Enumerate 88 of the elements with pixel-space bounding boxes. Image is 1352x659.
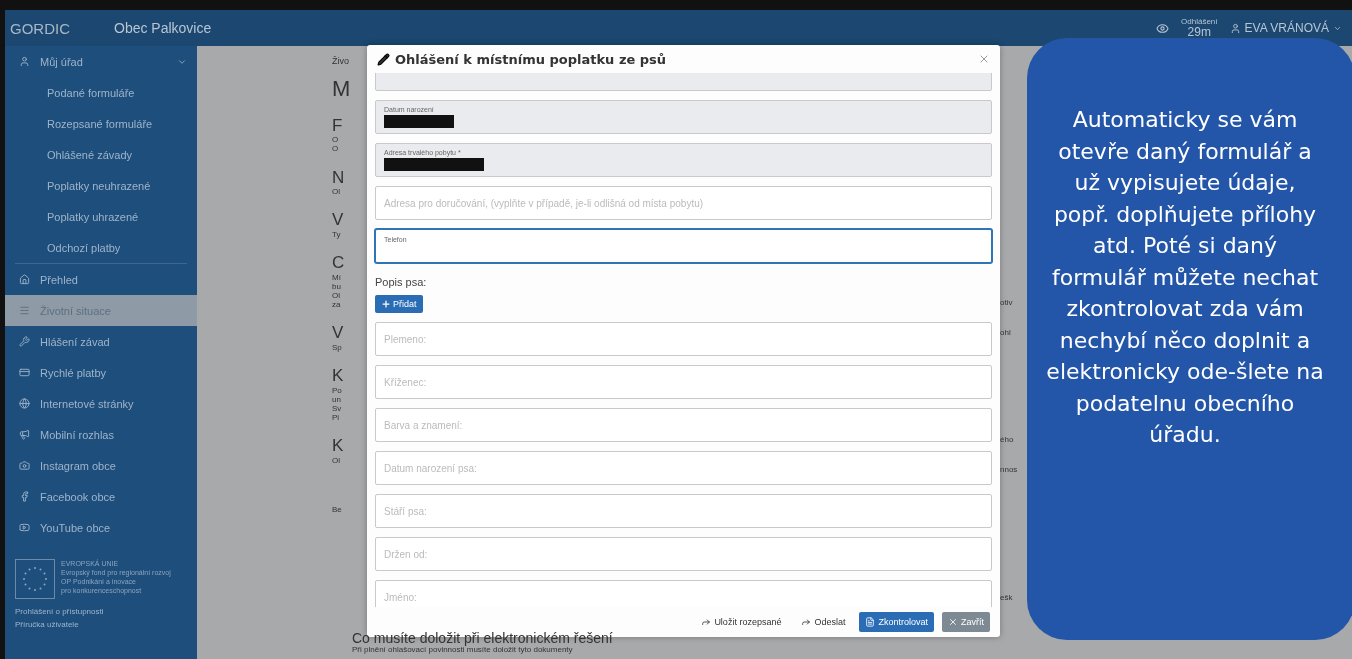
session-timer: 29m xyxy=(1187,26,1211,38)
background-text: V xyxy=(332,210,345,230)
background-text: Mí xyxy=(332,272,342,282)
input-field[interactable]: Adresa pro doručování, (vyplňte v případě, je-li odlišná od místa pobytu) xyxy=(375,186,992,220)
eu-flag-icon xyxy=(15,559,55,599)
sidebar-item-icon xyxy=(19,274,30,285)
background-text: Při plnění ohlašovací povinnosti musíte doložit tyto dokumenty xyxy=(352,645,574,654)
add-button[interactable]: Přidat xyxy=(375,295,423,313)
link-button[interactable]: Uložit rozepsané xyxy=(695,612,788,632)
background-text: Pi xyxy=(332,413,341,423)
background-text: ešk xyxy=(1000,593,1014,604)
sidebar-item[interactable]: Instagram obce xyxy=(5,450,197,481)
sidebar-item-icon xyxy=(19,305,30,316)
sidebar-item-icon xyxy=(19,522,30,533)
sidebar-item-icon xyxy=(19,491,30,502)
background-text: un xyxy=(332,394,342,404)
background-text: Sv xyxy=(332,404,343,414)
sidebar-item-icon xyxy=(19,429,30,440)
input-field[interactable]: Kříženec: xyxy=(375,365,992,399)
forward-arrow-icon xyxy=(801,617,812,627)
document-icon xyxy=(865,617,876,627)
input-field[interactable]: Jméno: xyxy=(375,580,992,607)
background-text: O xyxy=(332,144,340,154)
municipality-name: Obec Palkovice xyxy=(114,20,212,36)
background-text: C xyxy=(332,253,346,273)
sidebar-subitem[interactable]: Poplatky neuhrazené xyxy=(5,170,197,201)
close-icon[interactable] xyxy=(978,53,990,65)
pencil-icon xyxy=(377,52,390,66)
background-text: F xyxy=(332,115,344,136)
logo-text: GORDIC xyxy=(10,19,70,37)
sidebar-item-icon xyxy=(19,336,30,347)
eye-icon[interactable] xyxy=(1156,21,1170,35)
section-label: Popis psa: xyxy=(375,276,428,288)
sidebar-item[interactable]: Internetové stránky xyxy=(5,388,197,419)
background-text: K xyxy=(332,366,345,386)
action-button[interactable]: Zkontrolovat xyxy=(859,612,934,632)
user-icon xyxy=(1229,22,1241,34)
background-text: za xyxy=(332,300,342,310)
user-menu[interactable]: EVA VRÁNOVÁ xyxy=(1229,21,1342,35)
background-text: Ol xyxy=(332,455,341,466)
footer-link[interactable]: Prohlášení o přístupnosti xyxy=(5,605,197,618)
background-text: ohl xyxy=(1000,328,1012,339)
footer-link[interactable]: Příručka uživatele xyxy=(5,618,197,631)
sidebar-item[interactable]: Hlášení závad xyxy=(5,326,197,357)
background-text: M xyxy=(332,76,352,102)
close-icon xyxy=(948,617,958,627)
background-text: ého xyxy=(1000,435,1015,446)
input-field[interactable]: Plemeno: xyxy=(375,322,992,356)
sidebar-item[interactable]: Rychlé platby xyxy=(5,357,197,388)
forward-arrow-icon xyxy=(701,617,712,627)
background-text: Po xyxy=(332,385,343,395)
background-text: bu xyxy=(332,281,342,291)
background-text: O xyxy=(332,135,340,145)
background-text: N xyxy=(332,167,346,188)
modal-title: Ohlášení k místnímu poplatku ze psů xyxy=(395,51,668,67)
link-button[interactable]: Odeslat xyxy=(795,612,852,632)
background-text: Be xyxy=(332,505,343,515)
sidebar-subitem[interactable]: Odchozí platby xyxy=(5,232,197,263)
input-field[interactable]: Datum narození psa: xyxy=(375,451,992,485)
sidebar-subitem[interactable]: Rozepsané formuláře xyxy=(5,108,197,139)
sidebar-subitem[interactable]: Ohlášené závady xyxy=(5,139,197,170)
sidebar-item-icon xyxy=(19,398,30,409)
callout-text: Automaticky se vám otevře daný formulář a už vypisujete údaje, popř. doplňujete přílohy atd. Poté si daný formulář můžete nechat zkontrolovat zda vám nechybí něco doplnit a elektronicky ode-šlete na podatelnu obecního úřadu. xyxy=(1045,106,1325,449)
background-text: V xyxy=(332,323,345,343)
input-field[interactable]: Držen od: xyxy=(375,537,992,571)
sidebar-item[interactable]: Můj úřad xyxy=(5,46,197,77)
background-text: Živo xyxy=(332,56,350,67)
sidebar-item[interactable]: Přehled xyxy=(5,264,197,295)
input-field[interactable]: Stáří psa: xyxy=(375,494,992,528)
sidebar-item[interactable]: Facebook obce xyxy=(5,481,197,512)
input-field[interactable]: Barva a znamení: xyxy=(375,408,992,442)
sidebar-subitem[interactable]: Podané formuláře xyxy=(5,77,197,108)
sidebar-item-icon xyxy=(19,56,30,67)
background-text: Sp xyxy=(332,342,343,353)
sidebar-subitem[interactable]: Poplatky uhrazené xyxy=(5,201,197,232)
background-text: nnos xyxy=(1000,465,1019,476)
sidebar-item[interactable]: YouTube obce xyxy=(5,512,197,543)
sidebar-item-icon xyxy=(19,367,30,378)
plus-icon xyxy=(381,299,391,309)
sidebar-item-icon xyxy=(19,460,30,471)
background-text: K xyxy=(332,436,345,456)
background-text: Ol xyxy=(332,290,341,301)
action-button[interactable]: Zavřít xyxy=(942,612,990,632)
session-label: Odhlášení xyxy=(1181,18,1218,26)
sidebar-item[interactable]: Mobilní rozhlas xyxy=(5,419,197,450)
background-text: Ty xyxy=(332,229,342,240)
background-text: Ol xyxy=(332,187,341,197)
background-text: otiv xyxy=(1000,298,1014,309)
